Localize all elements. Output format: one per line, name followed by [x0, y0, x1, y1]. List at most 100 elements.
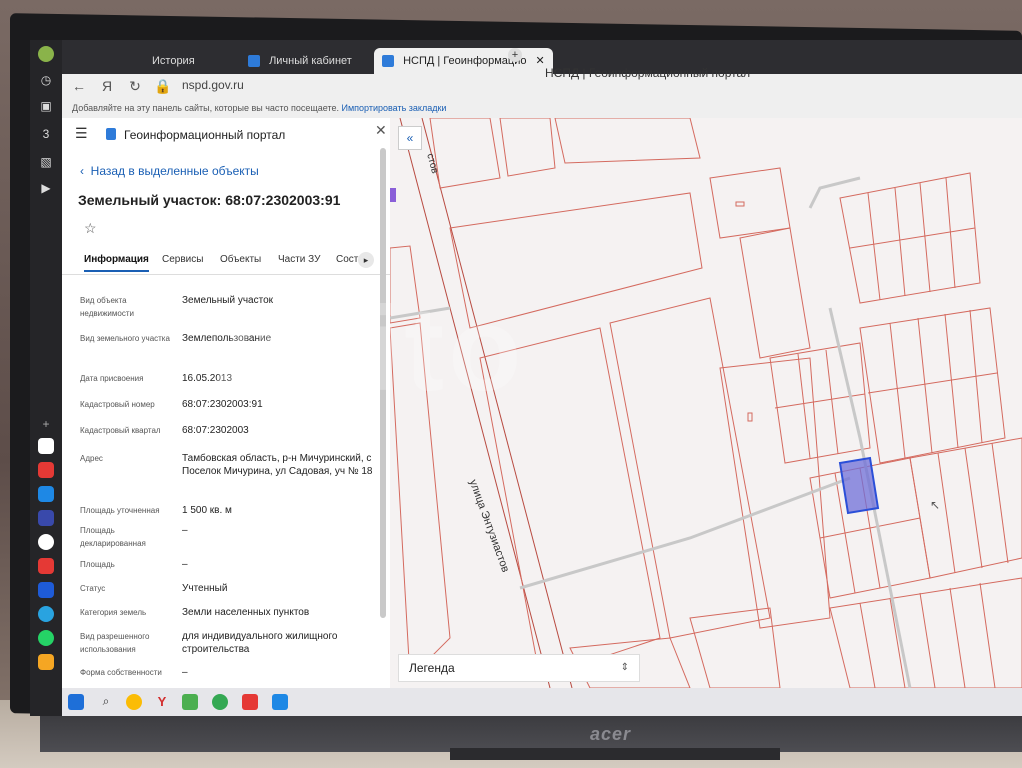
bookmarks-hint: Добавляйте на эту панель сайты, которые … — [72, 103, 339, 113]
parcel — [859, 307, 1006, 464]
field-label: Форма собственности — [80, 668, 162, 677]
parcel — [709, 167, 791, 239]
menu-icon[interactable]: ☰ — [75, 125, 88, 142]
info-panel: ☰ Геоинформационный портал ✕ ‹ Назад в в… — [62, 118, 390, 688]
field-label: Статус — [80, 584, 106, 593]
vk-icon[interactable] — [38, 582, 54, 598]
field-label: Вид объекта недвижимости — [80, 296, 134, 318]
back-to-selected-link[interactable]: ‹ Назад в выделенные объекты — [80, 164, 259, 178]
legend-dropdown[interactable]: Легенда ⇕ — [398, 654, 640, 682]
field-label: Вид земельного участка — [80, 334, 170, 343]
whatsapp-icon[interactable] — [38, 630, 54, 646]
bookmarks-bar: Добавляйте на эту панель сайты, которые … — [62, 98, 1022, 118]
field-value: 68:07:2302003:91 — [182, 399, 263, 410]
close-panel-icon[interactable]: ✕ — [375, 122, 387, 139]
app-icon[interactable] — [272, 694, 288, 710]
windows-start-icon[interactable] — [68, 694, 84, 710]
clock-icon[interactable]: ◷ — [38, 72, 54, 88]
import-bookmarks-link[interactable]: Импортировать закладки — [342, 103, 447, 113]
page-title: НСПД | Геоинформационный портал — [545, 66, 751, 80]
legend-label: Легенда — [409, 661, 455, 675]
portal-title: Геоинформационный портал — [124, 128, 286, 142]
apps-icon[interactable] — [38, 438, 54, 454]
telegram-icon[interactable] — [38, 606, 54, 622]
video-icon[interactable] — [38, 558, 54, 574]
field-label: Категория земель — [80, 608, 147, 617]
parcel — [909, 437, 1022, 579]
parcel — [429, 118, 501, 189]
field-label: Дата присвоения — [80, 374, 144, 383]
cadastral-map[interactable]: стов улица Энтузиастов « Легенда ⇕ ↖ — [390, 118, 1022, 688]
parcel-title: Земельный участок: 68:07:2302003:91 — [78, 192, 341, 208]
tabs-next-icon[interactable]: ▸ — [358, 252, 374, 268]
parcel — [554, 118, 701, 164]
parcel — [609, 297, 771, 639]
gosuslugi-icon — [248, 55, 260, 68]
field-value: Земли населенных пунктов — [182, 607, 310, 618]
monitor-screen: ◷ ▣ 3 ▧ ▶ + История Личный кабинет НСПД … — [30, 40, 1022, 716]
tab-nspd[interactable]: НСПД | Геоинформацио ✕ — [374, 48, 553, 74]
tabs-icon[interactable]: ▣ — [38, 98, 54, 114]
field-value: – — [182, 559, 188, 570]
counter-icon[interactable]: 3 — [38, 126, 54, 142]
back-label: Назад в выделенные объекты — [90, 164, 259, 178]
tab-information[interactable]: Информация — [84, 254, 149, 272]
back-arrow-icon[interactable]: ← — [70, 77, 88, 95]
road — [519, 476, 851, 590]
nspd-icon — [382, 55, 394, 68]
chevron-left-icon: ‹ — [80, 164, 91, 178]
field-value: Землепользование — [182, 333, 272, 344]
chrome-icon[interactable] — [212, 694, 228, 710]
search-icon[interactable]: ⌕ — [98, 694, 114, 710]
tab-parts[interactable]: Части ЗУ — [278, 254, 320, 265]
lock-icon: 🔒 — [154, 78, 172, 94]
parcel — [689, 607, 781, 688]
field-value: – — [182, 667, 188, 678]
reload-icon[interactable]: ↻ — [126, 77, 144, 95]
url-field[interactable]: nspd.gov.ru — [182, 78, 244, 92]
new-tab-button[interactable]: + — [508, 48, 522, 62]
parcel — [390, 322, 451, 680]
address-bar: ← Я ↻ 🔒 nspd.gov.ru — [62, 74, 1022, 98]
field-value: 68:07:2302003 — [182, 425, 249, 436]
profile-icon[interactable] — [38, 46, 54, 62]
panel-scrollbar[interactable] — [380, 148, 386, 618]
youtube-icon[interactable] — [38, 462, 54, 478]
field-label: Площадь — [80, 560, 115, 569]
app-icon[interactable] — [182, 694, 198, 710]
field-value: 1 500 кв. м — [182, 505, 232, 516]
mouse-cursor-icon: ↖ — [930, 498, 941, 512]
yandex-browser-icon[interactable]: Y — [154, 694, 170, 710]
tab-objects[interactable]: Объекты — [220, 254, 261, 265]
parcel — [739, 227, 811, 359]
play-icon[interactable]: ▶ — [38, 180, 54, 196]
tab-services[interactable]: Сервисы — [162, 254, 203, 265]
field-value: – — [182, 525, 188, 536]
favorite-star-icon[interactable]: ☆ — [84, 220, 97, 237]
app-icon[interactable] — [38, 510, 54, 526]
browser-side-rail: ◷ ▣ 3 ▧ ▶ + — [30, 40, 62, 716]
image-icon[interactable]: ▧ — [38, 154, 54, 170]
add-icon[interactable]: + — [38, 416, 54, 432]
field-value: Тамбовская область, р-н Мичуринский, с П… — [182, 453, 373, 477]
field-value: для индивидуального жилищного строительс… — [182, 631, 338, 655]
small-object — [735, 201, 745, 207]
field-label: Вид разрешенного использования — [80, 632, 150, 654]
selected-parcel — [838, 456, 880, 515]
tab-label: История — [152, 55, 195, 67]
mail-icon[interactable] — [38, 654, 54, 670]
google-icon[interactable] — [38, 534, 54, 550]
parcel-map-svg — [390, 118, 1022, 688]
field-label: Адрес — [80, 454, 103, 463]
tab-personal-account[interactable]: Личный кабинет — [248, 48, 352, 74]
field-label: Площадь декларированная — [80, 526, 146, 548]
panel-tabs: Информация Сервисы Объекты Части ЗУ Сост… — [62, 246, 390, 275]
app-icon[interactable] — [242, 694, 258, 710]
expand-panel-button[interactable]: « — [398, 126, 422, 150]
yandex-icon[interactable]: Я — [98, 77, 116, 95]
chrome-icon[interactable] — [126, 694, 142, 710]
close-tab-icon[interactable]: ✕ — [536, 55, 545, 67]
tab-history[interactable]: История — [152, 48, 195, 74]
tab-bar: История Личный кабинет НСПД | Геоинформа… — [62, 40, 1022, 74]
drive-icon[interactable] — [38, 486, 54, 502]
